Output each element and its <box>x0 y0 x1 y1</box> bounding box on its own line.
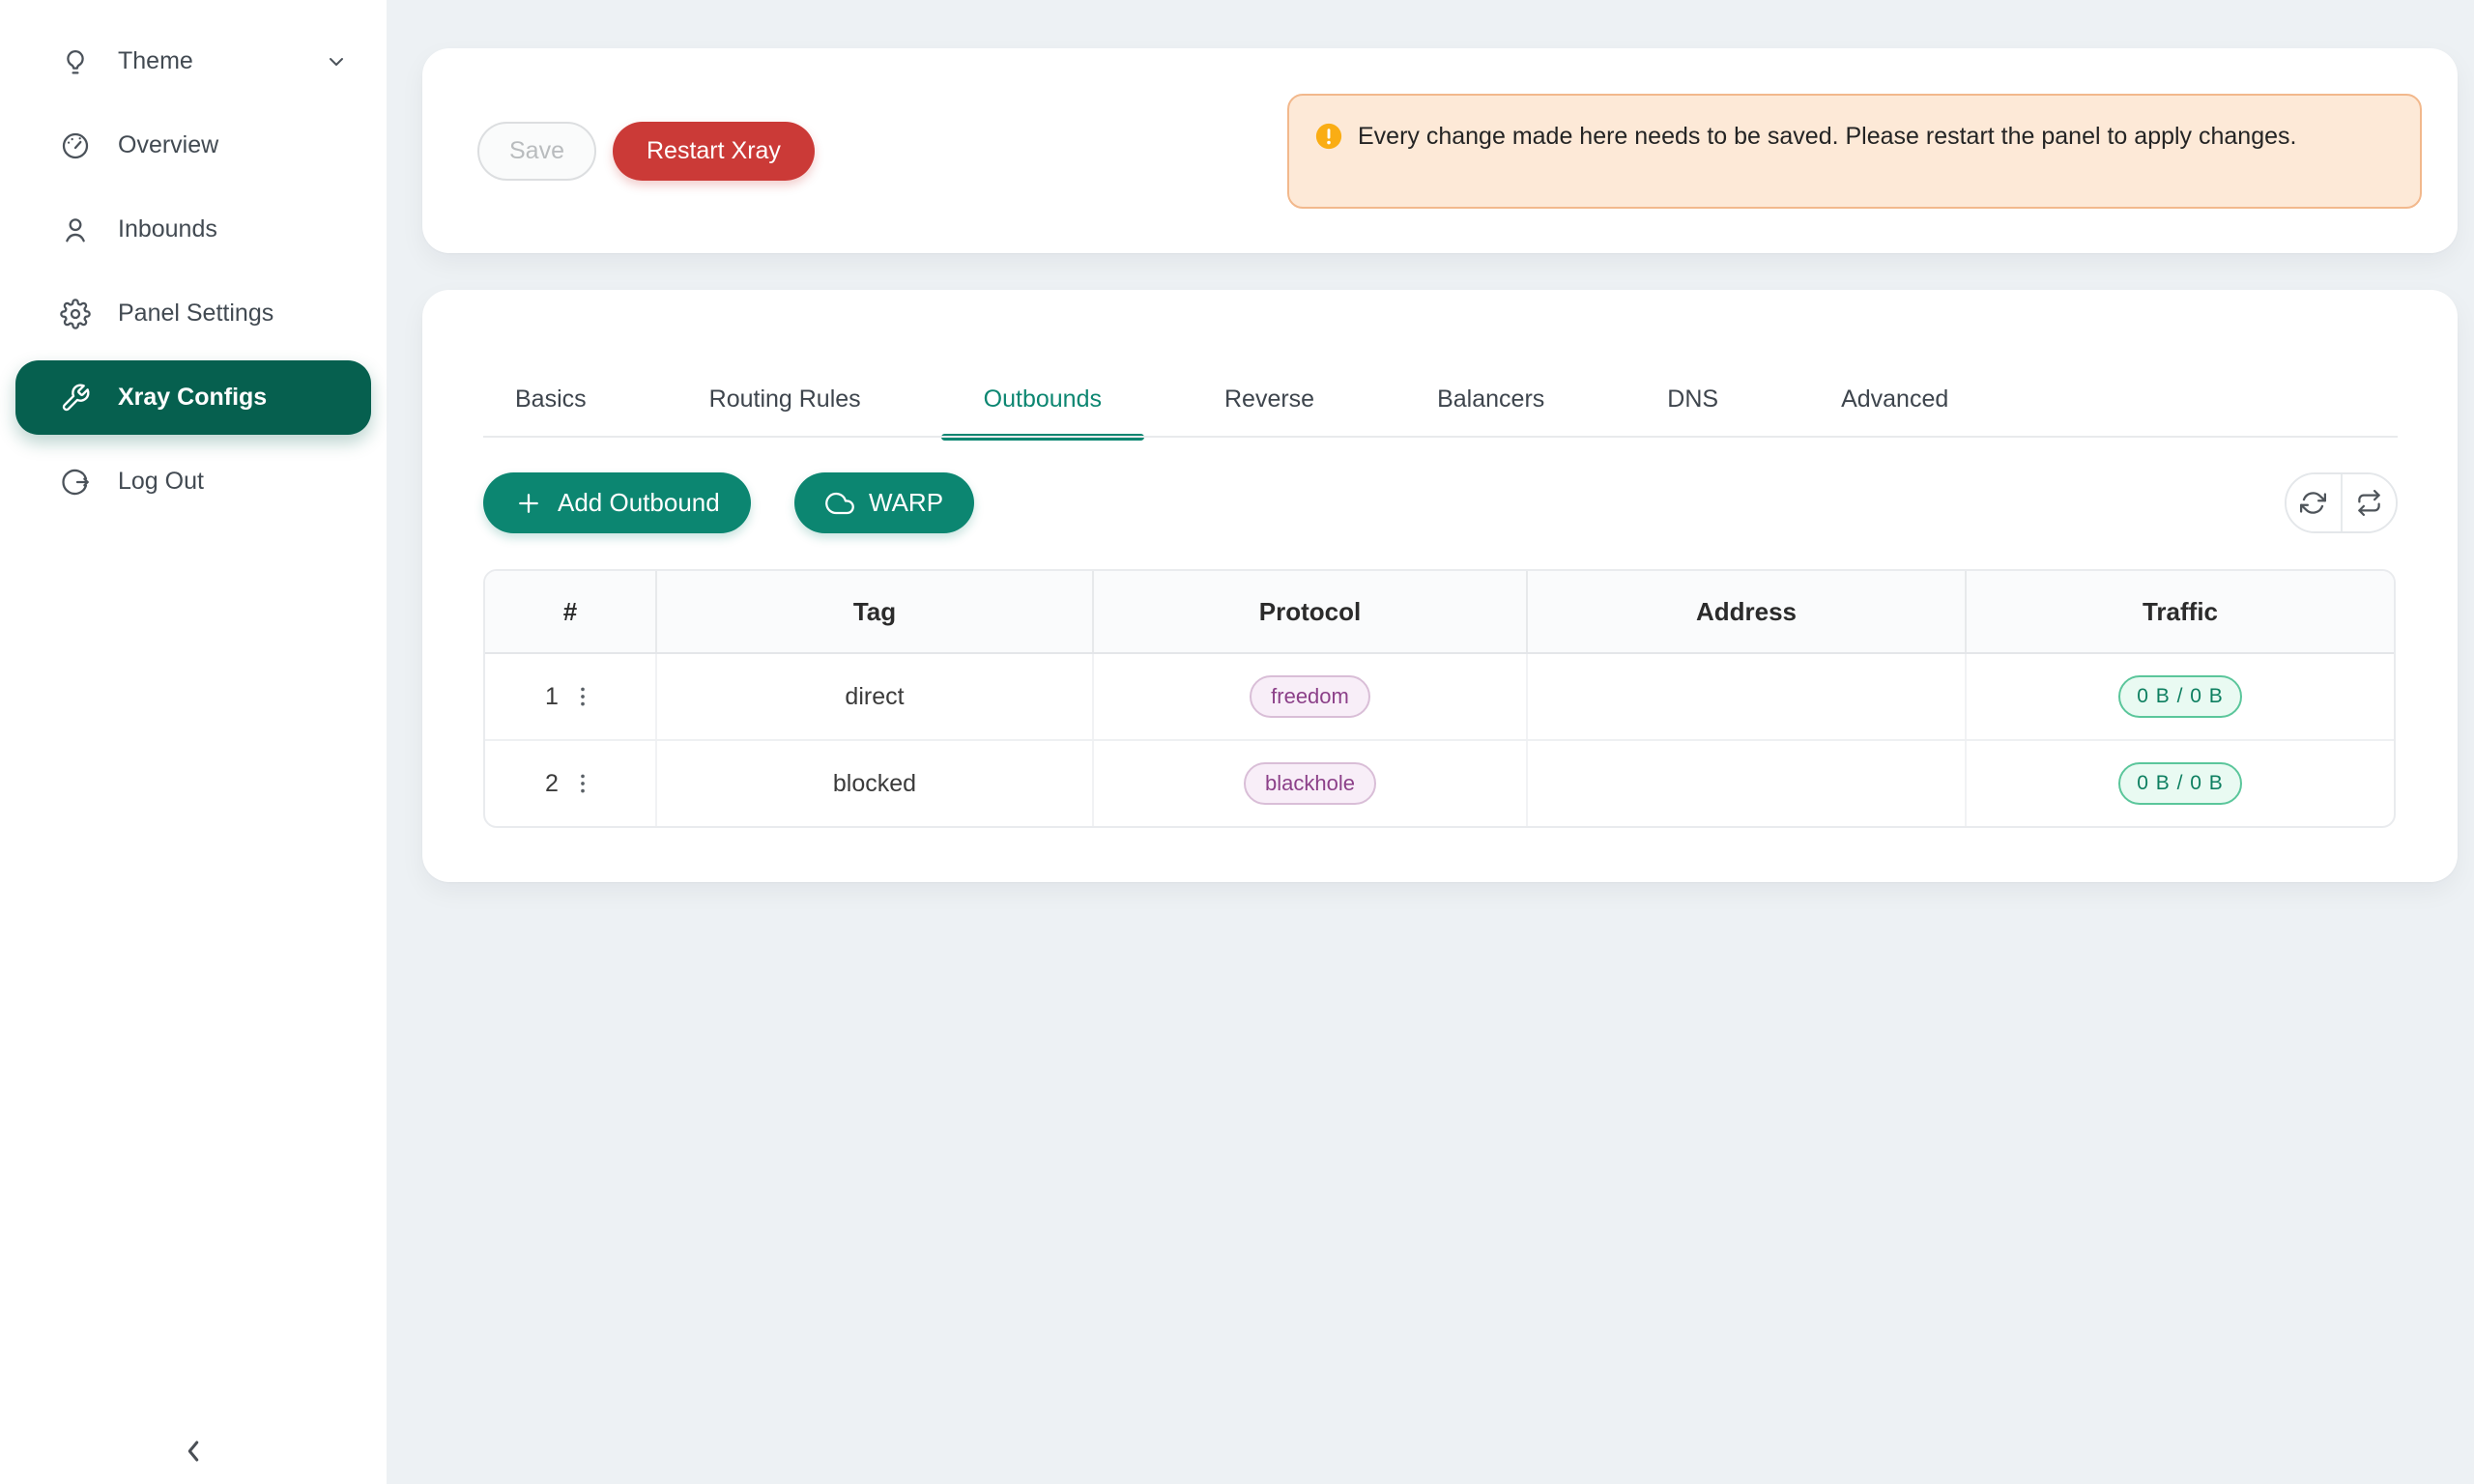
sidebar-item-panel-settings[interactable]: Panel Settings <box>15 276 371 351</box>
column-header-address: Address <box>1528 571 1967 652</box>
tabs-divider <box>483 436 2398 438</box>
tab-outbounds[interactable]: Outbounds <box>984 385 1102 415</box>
traffic-badge: 0 B / 0 B <box>2118 762 2242 805</box>
plus-icon <box>514 489 543 518</box>
tag-cell: direct <box>657 654 1094 739</box>
traffic-cell: 0 B / 0 B <box>1967 741 2394 826</box>
repeat-button[interactable] <box>2341 474 2397 531</box>
gear-icon <box>60 299 91 329</box>
config-tabs: Basics Routing Rules Outbounds Reverse B… <box>483 290 2398 437</box>
row-menu-icon[interactable] <box>570 771 595 796</box>
table-body: 1 direct freedom 0 B / 0 B 2 <box>485 652 2394 826</box>
sidebar-item-xray-configs[interactable]: Xray Configs <box>15 360 371 435</box>
add-outbound-button[interactable]: Add Outbound <box>483 472 751 533</box>
refresh-icon <box>2300 490 2326 516</box>
user-icon <box>60 214 91 245</box>
traffic-cell: 0 B / 0 B <box>1967 654 2394 739</box>
save-button[interactable]: Save <box>477 122 596 181</box>
chevron-down-icon <box>325 50 348 73</box>
sidebar-item-label: Inbounds <box>118 215 217 243</box>
xray-configs-card: Basics Routing Rules Outbounds Reverse B… <box>422 290 2458 882</box>
warning-icon <box>1314 122 1343 151</box>
protocol-badge: blackhole <box>1244 762 1376 805</box>
cloud-icon <box>825 489 854 518</box>
outbounds-table: # Tag Protocol Address Traffic 1 direct … <box>483 569 2396 828</box>
restart-warning-alert: Every change made here needs to be saved… <box>1287 94 2422 209</box>
sidebar-nav: Theme Overview Inbounds <box>0 0 387 519</box>
tab-reverse[interactable]: Reverse <box>1224 385 1314 415</box>
column-header-protocol: Protocol <box>1094 571 1528 652</box>
row-index: 2 <box>545 770 559 798</box>
tab-balancers[interactable]: Balancers <box>1437 385 1544 415</box>
protocol-cell: freedom <box>1094 654 1528 739</box>
sidebar-item-log-out[interactable]: Log Out <box>15 444 371 519</box>
table-row: 1 direct freedom 0 B / 0 B <box>485 652 2394 739</box>
index-cell: 2 <box>485 741 657 826</box>
alert-message: Every change made here needs to be saved… <box>1358 117 2296 156</box>
tag-cell: blocked <box>657 741 1094 826</box>
save-restart-card: Save Restart Xray Every change made here… <box>422 48 2458 253</box>
warp-button[interactable]: WARP <box>794 472 974 533</box>
table-row: 2 blocked blackhole 0 B / 0 B <box>485 739 2394 826</box>
tab-advanced[interactable]: Advanced <box>1841 385 1948 415</box>
wrench-icon <box>60 383 91 414</box>
table-tools-group <box>2285 472 2398 533</box>
gauge-icon <box>60 130 91 161</box>
index-cell: 1 <box>485 654 657 739</box>
sidebar-item-overview[interactable]: Overview <box>15 108 371 183</box>
sidebar-item-inbounds[interactable]: Inbounds <box>15 192 371 267</box>
address-cell <box>1528 741 1967 826</box>
column-header-tag: Tag <box>657 571 1094 652</box>
row-menu-icon[interactable] <box>570 684 595 709</box>
sidebar-item-label: Xray Configs <box>118 384 267 412</box>
table-header-row: # Tag Protocol Address Traffic <box>485 571 2394 652</box>
logout-icon <box>60 467 91 498</box>
repeat-icon <box>2356 490 2382 516</box>
sidebar-item-label: Log Out <box>118 468 204 496</box>
sidebar-item-label: Panel Settings <box>118 300 273 328</box>
column-header-index: # <box>485 571 657 652</box>
tab-routing-rules[interactable]: Routing Rules <box>709 385 861 415</box>
sidebar-item-theme[interactable]: Theme <box>15 24 371 99</box>
tab-basics[interactable]: Basics <box>515 385 587 415</box>
protocol-cell: blackhole <box>1094 741 1528 826</box>
sidebar-item-label: Theme <box>118 47 193 75</box>
address-cell <box>1528 654 1967 739</box>
sidebar-item-label: Overview <box>118 131 218 159</box>
traffic-badge: 0 B / 0 B <box>2118 675 2242 718</box>
tab-dns[interactable]: DNS <box>1667 385 1718 415</box>
protocol-badge: freedom <box>1250 675 1370 718</box>
restart-xray-button[interactable]: Restart Xray <box>613 122 815 181</box>
sidebar: Theme Overview Inbounds <box>0 0 387 1484</box>
row-index: 1 <box>545 683 559 711</box>
refresh-button[interactable] <box>2287 474 2341 531</box>
column-header-traffic: Traffic <box>1967 571 2394 652</box>
sidebar-collapse-button[interactable] <box>176 1434 211 1469</box>
lightbulb-icon <box>60 46 91 77</box>
